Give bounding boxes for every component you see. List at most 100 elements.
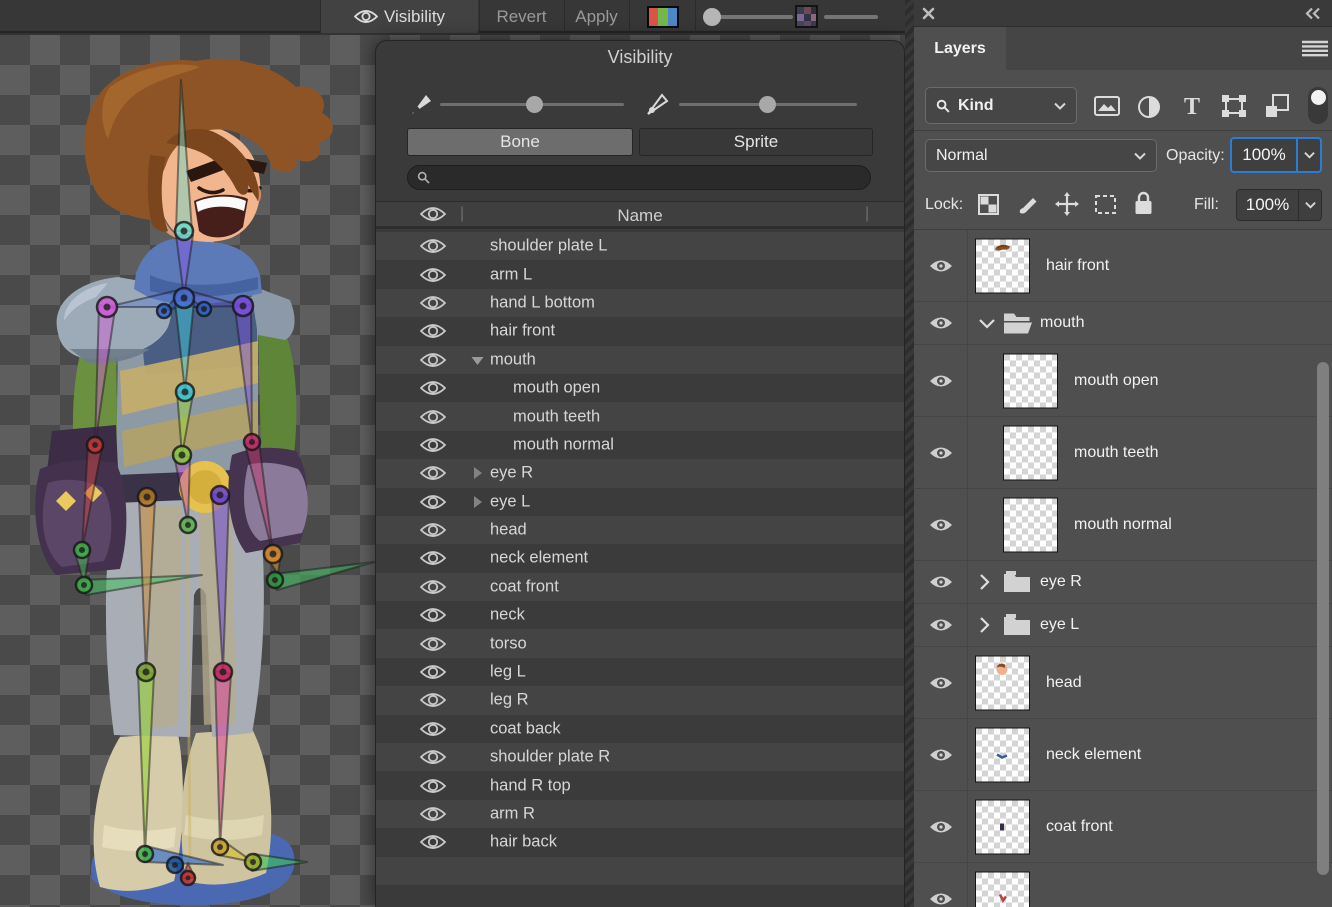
eye-visibility-icon[interactable] <box>420 267 446 283</box>
visibility-row[interactable]: head <box>376 516 904 544</box>
layers-scrollbar-thumb[interactable] <box>1317 362 1329 875</box>
bone-tab[interactable]: Bone <box>407 128 633 156</box>
eye-visibility-icon[interactable] <box>420 550 446 566</box>
layer-thumbnail[interactable] <box>975 871 1030 907</box>
visibility-row[interactable]: shoulder plate L <box>376 232 904 260</box>
opacity-dropdown-button[interactable] <box>1298 139 1320 171</box>
eye-visibility-icon[interactable] <box>420 579 446 595</box>
eye-visibility-icon[interactable] <box>929 316 953 331</box>
blend-mode-dropdown[interactable]: Normal <box>925 139 1157 172</box>
layer-group-row[interactable]: mouth <box>914 302 1332 345</box>
bone-color-button[interactable] <box>629 0 695 33</box>
visibility-row[interactable]: coat front <box>376 573 904 601</box>
apply-button[interactable]: Apply <box>564 0 628 33</box>
visibility-row[interactable]: hair front <box>376 317 904 345</box>
layer-thumbnail[interactable] <box>1003 353 1058 408</box>
filter-smart-object-icon[interactable] <box>1265 94 1289 118</box>
foldout-closed-icon[interactable] <box>471 495 483 508</box>
kind-filter-dropdown[interactable]: Kind <box>925 87 1077 124</box>
eye-visibility-icon[interactable] <box>420 749 446 765</box>
fill-field[interactable]: 100% <box>1236 189 1322 221</box>
eye-visibility-icon[interactable] <box>420 380 446 396</box>
layer-row[interactable] <box>914 863 1332 907</box>
fill-dropdown-button[interactable] <box>1299 190 1321 220</box>
eye-visibility-icon[interactable] <box>420 352 446 368</box>
layer-row[interactable]: head <box>914 647 1332 719</box>
eye-visibility-icon[interactable] <box>420 664 446 680</box>
eye-visibility-icon[interactable] <box>420 465 446 481</box>
eye-visibility-icon[interactable] <box>929 445 953 460</box>
eye-visibility-icon[interactable] <box>420 834 446 850</box>
visibility-row[interactable]: hand R top <box>376 771 904 799</box>
collapse-panel-icon[interactable] <box>1304 7 1322 20</box>
visibility-row[interactable]: arm L <box>376 260 904 288</box>
layer-row[interactable]: mouth normal <box>914 489 1332 561</box>
foldout-closed-icon[interactable] <box>471 467 483 480</box>
eye-visibility-icon[interactable] <box>420 721 446 737</box>
bone-size-slider-knob[interactable] <box>526 96 543 113</box>
visibility-row[interactable]: mouth normal <box>376 431 904 459</box>
visibility-toggle-button[interactable]: Visibility <box>320 0 478 33</box>
eye-visibility-icon[interactable] <box>929 747 953 762</box>
visibility-row[interactable]: torso <box>376 629 904 657</box>
eye-visibility-icon[interactable] <box>929 819 953 834</box>
visibility-row[interactable]: hand L bottom <box>376 289 904 317</box>
filter-image-icon[interactable] <box>1094 95 1120 117</box>
eye-visibility-icon[interactable] <box>420 437 446 453</box>
eye-visibility-icon[interactable] <box>929 618 953 633</box>
lock-position-icon[interactable] <box>1055 192 1079 216</box>
opacity-field[interactable]: 100% <box>1230 137 1322 173</box>
eye-visibility-icon[interactable] <box>420 323 446 339</box>
eye-visibility-icon[interactable] <box>420 607 446 623</box>
filter-shape-icon[interactable] <box>1222 95 1246 117</box>
layer-row[interactable]: coat front <box>914 791 1332 863</box>
visibility-row[interactable]: mouth teeth <box>376 402 904 430</box>
eye-visibility-icon[interactable] <box>420 494 446 510</box>
visibility-row[interactable]: neck element <box>376 544 904 572</box>
tab-layers[interactable]: Layers <box>914 27 1006 70</box>
visibility-row[interactable]: leg L <box>376 658 904 686</box>
bone-opacity-slider-knob[interactable] <box>703 8 721 26</box>
group-expanded-icon[interactable] <box>978 317 996 329</box>
visibility-row[interactable]: mouth <box>376 346 904 374</box>
group-collapsed-icon[interactable] <box>978 616 990 634</box>
lock-transparent-pixels-icon[interactable] <box>978 194 999 215</box>
layer-row[interactable]: mouth open <box>914 345 1332 417</box>
layer-group-row[interactable]: eye L <box>914 604 1332 647</box>
lock-image-pixels-icon[interactable] <box>1018 193 1040 215</box>
close-icon[interactable] <box>922 7 935 20</box>
visibility-row[interactable]: mouth open <box>376 374 904 402</box>
foldout-open-icon[interactable] <box>471 354 484 366</box>
group-collapsed-icon[interactable] <box>978 573 990 591</box>
eye-visibility-icon[interactable] <box>420 238 446 254</box>
layer-thumbnail[interactable] <box>975 727 1030 782</box>
visibility-row[interactable]: shoulder plate R <box>376 743 904 771</box>
layer-thumbnail[interactable] <box>975 799 1030 854</box>
visibility-row[interactable]: leg R <box>376 686 904 714</box>
revert-button[interactable]: Revert <box>479 0 563 33</box>
eye-visibility-icon[interactable] <box>929 258 953 273</box>
eye-visibility-icon[interactable] <box>420 778 446 794</box>
eye-visibility-icon[interactable] <box>929 675 953 690</box>
visibility-row[interactable]: arm R <box>376 800 904 828</box>
opacity-value[interactable]: 100% <box>1232 139 1296 171</box>
layer-thumbnail[interactable] <box>1003 425 1058 480</box>
visibility-row[interactable]: coat back <box>376 715 904 743</box>
filter-type-icon[interactable]: T <box>1179 94 1205 118</box>
visibility-row[interactable]: eye L <box>376 488 904 516</box>
filter-adjustment-icon[interactable] <box>1137 95 1161 119</box>
eye-visibility-icon[interactable] <box>420 692 446 708</box>
visibility-row[interactable]: hair back <box>376 828 904 856</box>
eye-visibility-icon[interactable] <box>929 891 953 906</box>
fill-value[interactable]: 100% <box>1237 190 1298 220</box>
eye-visibility-icon[interactable] <box>420 636 446 652</box>
filter-toggle-switch[interactable] <box>1308 87 1328 124</box>
visibility-row[interactable]: eye R <box>376 459 904 487</box>
layer-row[interactable]: mouth teeth <box>914 417 1332 489</box>
layer-group-row[interactable]: eye R <box>914 561 1332 604</box>
lock-all-icon[interactable] <box>1134 191 1153 216</box>
eye-visibility-icon[interactable] <box>929 517 953 532</box>
lock-artboard-icon[interactable] <box>1094 194 1117 215</box>
layer-thumbnail[interactable] <box>975 238 1030 293</box>
layer-thumbnail[interactable] <box>975 655 1030 710</box>
